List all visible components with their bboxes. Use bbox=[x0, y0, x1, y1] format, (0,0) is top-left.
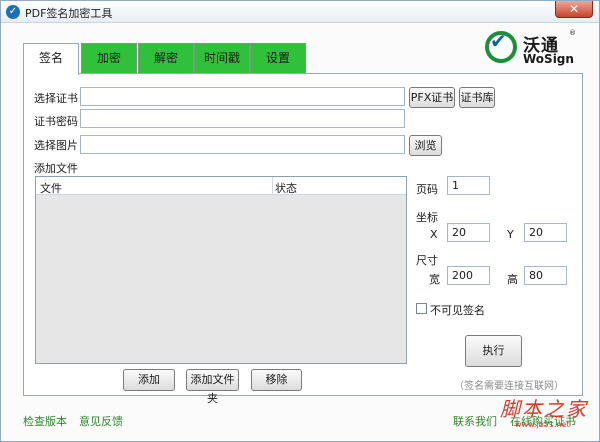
add-files-label: 添加文件 bbox=[34, 162, 78, 175]
password-label: 证书密码 bbox=[34, 115, 78, 128]
app-window: ✓ PDF签名加密工具 ✕ 签名 加密 解密 时间戳 设置 ✔ 沃通 ® WoS… bbox=[0, 0, 600, 442]
column-file[interactable]: 文件 bbox=[40, 180, 62, 196]
height-label: 高 bbox=[507, 273, 518, 286]
network-hint: （签名需要连接互联网） bbox=[454, 381, 564, 392]
execute-button[interactable]: 执行 bbox=[465, 335, 522, 367]
height-input[interactable]: 80 bbox=[524, 266, 567, 285]
add-button[interactable]: 添加 bbox=[123, 369, 175, 391]
width-label: 宽 bbox=[429, 273, 440, 286]
remove-button[interactable]: 移除 bbox=[251, 369, 302, 391]
image-input[interactable] bbox=[80, 135, 405, 154]
cert-input[interactable] bbox=[80, 87, 405, 106]
x-input[interactable]: 20 bbox=[447, 223, 490, 242]
invisible-signature-label: 不可见签名 bbox=[430, 304, 485, 317]
add-folder-button[interactable]: 添加文件夹 bbox=[186, 369, 239, 405]
page-label: 页码 bbox=[416, 183, 438, 196]
cert-label: 选择证书 bbox=[34, 92, 78, 105]
invisible-signature-checkbox[interactable] bbox=[416, 303, 427, 314]
page-input[interactable]: 1 bbox=[447, 176, 490, 195]
password-input[interactable] bbox=[80, 109, 405, 128]
y-label: Y bbox=[507, 228, 514, 241]
column-status[interactable]: 状态 bbox=[275, 180, 297, 196]
size-label: 尺寸 bbox=[416, 254, 438, 267]
file-list[interactable]: 文件 状态 bbox=[35, 176, 407, 364]
pfx-cert-button[interactable]: PFX证书 bbox=[409, 87, 455, 108]
x-label: X bbox=[430, 228, 438, 241]
browse-button[interactable]: 浏览 bbox=[409, 135, 442, 156]
coord-label: 坐标 bbox=[416, 211, 438, 224]
cert-store-button[interactable]: 证书库 bbox=[459, 87, 495, 108]
width-input[interactable]: 200 bbox=[447, 266, 490, 285]
y-input[interactable]: 20 bbox=[524, 223, 567, 242]
file-list-header: 文件 状态 bbox=[36, 177, 406, 195]
image-label: 选择图片 bbox=[34, 139, 78, 152]
column-divider[interactable] bbox=[272, 177, 273, 195]
